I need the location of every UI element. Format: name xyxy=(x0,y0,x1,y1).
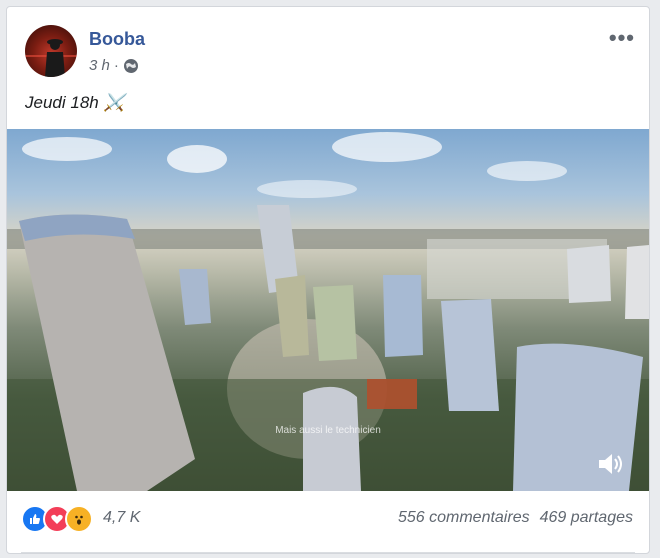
reaction-count[interactable]: 4,7 K xyxy=(103,509,140,527)
post-meta: 3 h · xyxy=(89,57,139,74)
post-card: Booba 3 h · ••• Jeudi 18h ⚔️ Mais aussi … xyxy=(6,6,650,554)
divider xyxy=(21,552,635,553)
reactions-icons[interactable] xyxy=(21,505,93,533)
avatar[interactable] xyxy=(25,25,77,77)
video-player[interactable]: Mais aussi le technicien xyxy=(7,129,649,491)
post-stats: 556 commentaires 469 partages xyxy=(398,509,633,527)
meta-separator: · xyxy=(113,57,119,74)
volume-icon[interactable] xyxy=(595,449,625,479)
wow-icon xyxy=(65,505,93,533)
author-name[interactable]: Booba xyxy=(89,29,145,50)
globe-icon xyxy=(123,58,138,73)
shares-count[interactable]: 469 partages xyxy=(540,509,633,527)
post-footer: 4,7 K 556 commentaires 469 partages xyxy=(7,491,649,553)
post-time[interactable]: 3 h xyxy=(89,57,110,74)
video-frame xyxy=(7,132,649,491)
more-options-button[interactable]: ••• xyxy=(609,25,635,51)
video-overlay-text: Mais aussi le technicien xyxy=(275,425,381,436)
comments-count[interactable]: 556 commentaires xyxy=(398,509,530,527)
post-caption: Jeudi 18h ⚔️ xyxy=(25,93,125,112)
avatar-silhouette-icon xyxy=(25,39,77,77)
